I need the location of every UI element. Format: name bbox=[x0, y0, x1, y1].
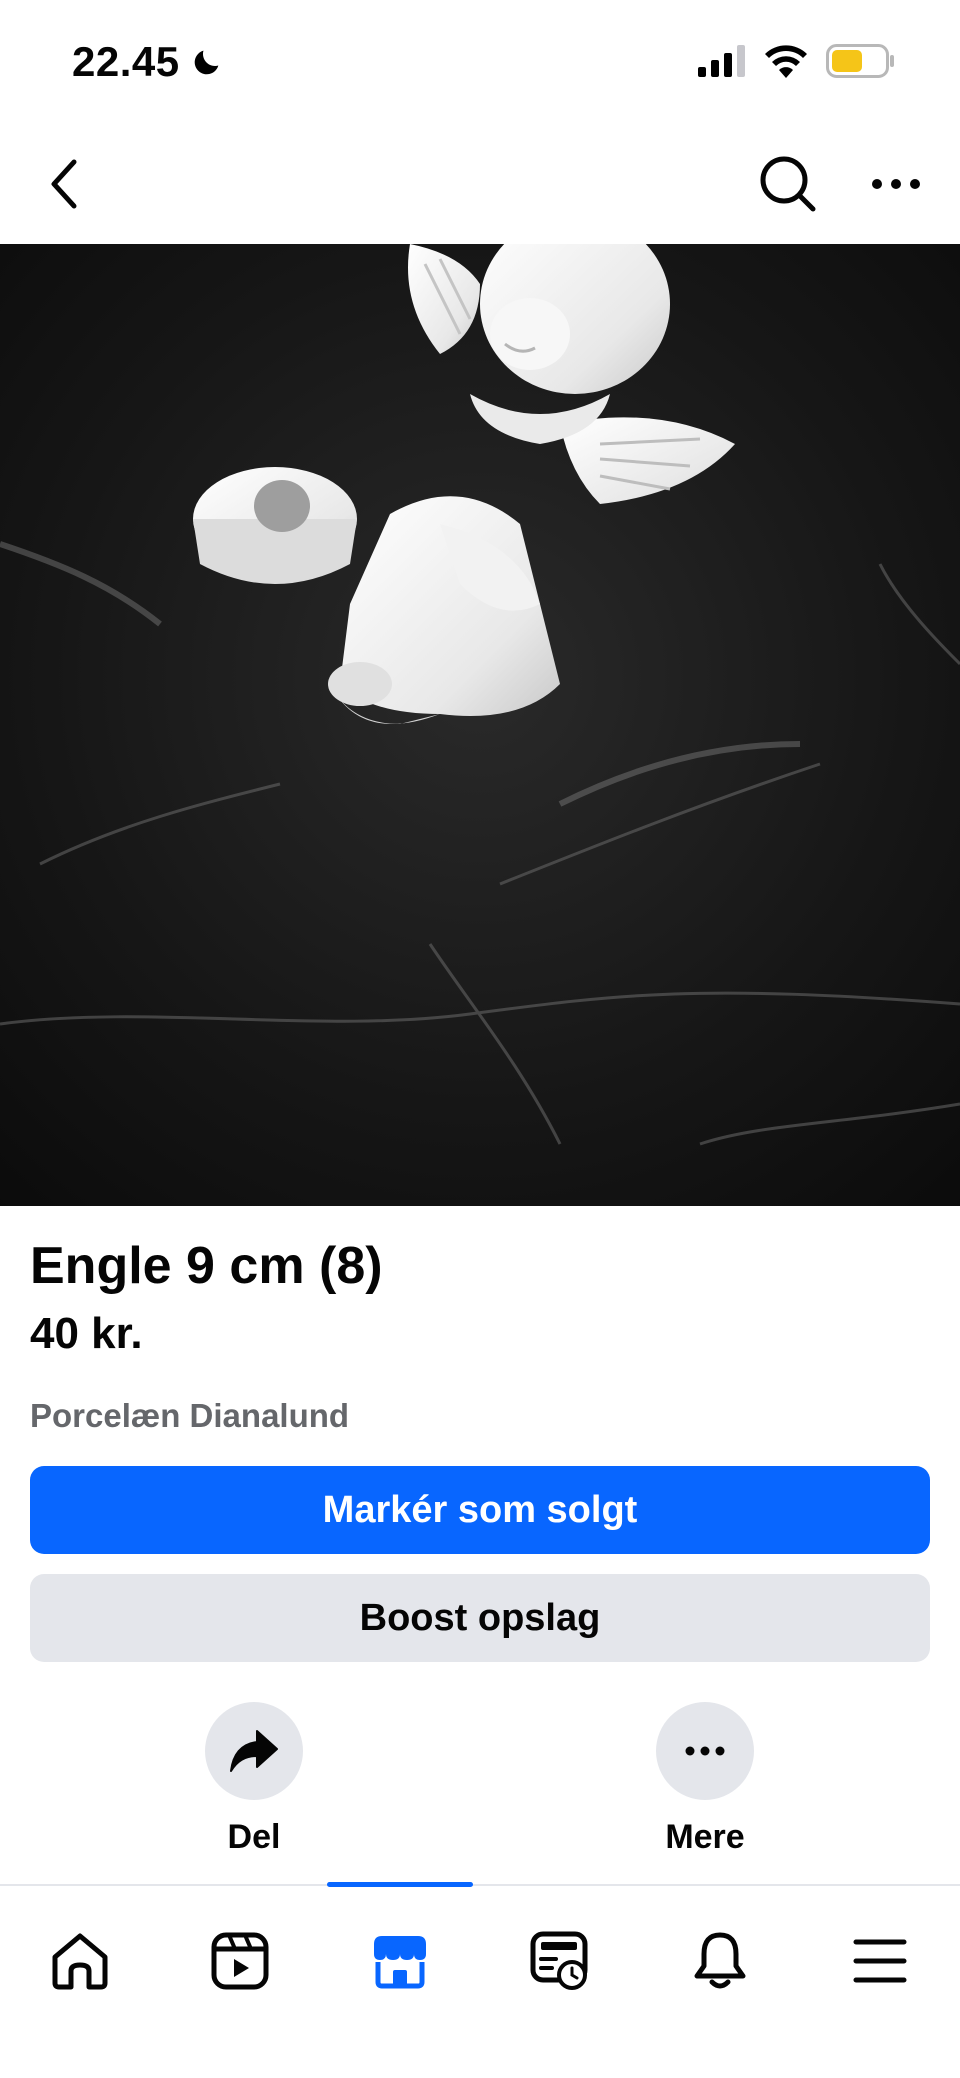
share-icon bbox=[230, 1730, 278, 1772]
more-options-button[interactable] bbox=[860, 148, 932, 220]
active-tab-indicator bbox=[327, 1882, 473, 1887]
listing-location[interactable]: Porcelæn Dianalund bbox=[30, 1394, 930, 1438]
bottom-tab-bar bbox=[0, 1882, 960, 2078]
more-icon bbox=[872, 179, 920, 189]
top-nav-bar bbox=[0, 130, 960, 240]
tab-notifications[interactable] bbox=[670, 1916, 770, 2006]
battery-icon bbox=[826, 44, 894, 78]
status-time-text: 22.45 bbox=[72, 38, 180, 85]
tab-menu[interactable] bbox=[830, 1916, 930, 2006]
share-button[interactable]: Del bbox=[154, 1702, 354, 1857]
feeds-icon bbox=[530, 1931, 588, 1990]
back-icon bbox=[51, 159, 77, 209]
more-dots-icon bbox=[685, 1746, 725, 1756]
listing-actions: Del Mere bbox=[0, 1702, 960, 1862]
share-circle[interactable] bbox=[205, 1702, 303, 1800]
tab-video[interactable] bbox=[190, 1916, 290, 2006]
status-indicators bbox=[698, 44, 896, 78]
status-bar: 22.45 bbox=[0, 0, 960, 120]
tab-marketplace[interactable] bbox=[350, 1916, 450, 2006]
more-actions-button[interactable]: Mere bbox=[605, 1702, 805, 1857]
menu-icon bbox=[853, 1939, 907, 1983]
share-label: Del bbox=[227, 1818, 281, 1856]
listing-title: Engle 9 cm (8) bbox=[30, 1237, 383, 1295]
moon-icon bbox=[194, 50, 218, 75]
wifi-icon bbox=[765, 45, 807, 78]
bell-icon bbox=[694, 1932, 746, 1989]
home-icon bbox=[52, 1933, 108, 1990]
more-actions-circle[interactable] bbox=[656, 1702, 754, 1800]
status-time: 22.45 bbox=[72, 38, 224, 86]
product-photo-image bbox=[0, 244, 960, 1206]
back-button[interactable] bbox=[36, 152, 92, 216]
signal-icon bbox=[698, 45, 745, 77]
tab-home[interactable] bbox=[30, 1916, 130, 2006]
listing-details: Engle 9 cm (8) 40 kr. Porcelæn Dianalund bbox=[30, 1230, 930, 1438]
mark-as-sold-button[interactable]: Markér som solgt bbox=[30, 1466, 930, 1554]
search-icon bbox=[760, 156, 816, 212]
video-icon bbox=[211, 1932, 269, 1990]
search-button[interactable] bbox=[752, 148, 824, 220]
marketplace-icon bbox=[374, 1936, 426, 1989]
tab-feeds[interactable] bbox=[510, 1916, 610, 2006]
listing-price: 40 kr. bbox=[30, 1309, 143, 1358]
more-actions-label: Mere bbox=[665, 1818, 745, 1856]
product-photo[interactable] bbox=[0, 244, 960, 1206]
boost-listing-button[interactable]: Boost opslag bbox=[30, 1574, 930, 1662]
